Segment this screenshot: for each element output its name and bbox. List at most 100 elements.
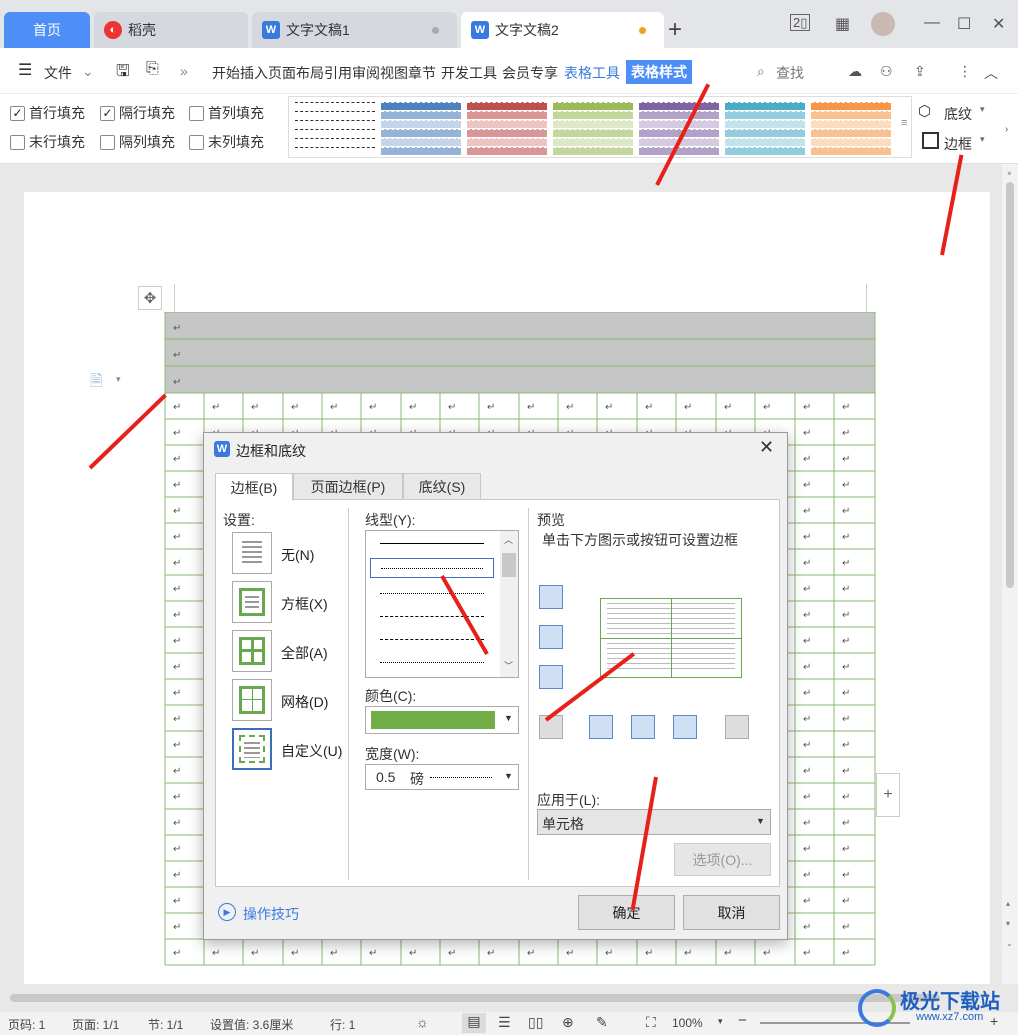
- maximize-icon[interactable]: ☐: [957, 14, 971, 34]
- first-col-fill-checkbox[interactable]: 首列填充: [189, 103, 264, 123]
- line-dotted2[interactable]: [380, 593, 484, 594]
- add-user-icon[interactable]: ⚇: [880, 63, 893, 80]
- line-dash-dot-dot[interactable]: [380, 662, 484, 663]
- last-row-fill-checkbox[interactable]: 末行填充: [10, 132, 85, 152]
- border-left-button[interactable]: [589, 715, 613, 739]
- chevron-down-icon[interactable]: ⌄: [82, 63, 94, 80]
- tab-page-border[interactable]: 页面边框(P): [293, 473, 403, 500]
- cancel-button[interactable]: 取消: [683, 895, 780, 930]
- scroll-down-icon[interactable]: ▾: [1006, 919, 1010, 928]
- chevron-down-icon[interactable]: ▾: [116, 374, 121, 385]
- diag-up-button[interactable]: [725, 715, 749, 739]
- last-col-fill-checkbox[interactable]: 末列填充: [189, 132, 264, 152]
- menu-table-style[interactable]: 表格样式: [626, 60, 692, 84]
- border-inner-v-button[interactable]: [631, 715, 655, 739]
- alt-row-fill-checkbox[interactable]: ✓ 隔行填充: [100, 103, 175, 123]
- menu-table-tools[interactable]: 表格工具: [564, 63, 620, 84]
- scrollbar-thumb[interactable]: [502, 553, 516, 577]
- menu-view[interactable]: 视图: [380, 63, 408, 84]
- page-view-icon[interactable]: ▤: [462, 1013, 486, 1033]
- status-setting[interactable]: 设置值: 3.6厘米: [210, 1016, 293, 1033]
- window-count-icon[interactable]: 2▯: [790, 14, 811, 31]
- vertical-scrollbar[interactable]: ⌅ ▴ ▾ ⌄: [1002, 164, 1018, 984]
- scroll-up-icon[interactable]: ︿: [504, 533, 513, 546]
- line-solid[interactable]: [380, 543, 484, 544]
- style-swatch[interactable]: [725, 102, 805, 155]
- scroll-up-icon[interactable]: ▴: [1006, 899, 1010, 908]
- chevron-down-icon[interactable]: ▾: [718, 1016, 723, 1027]
- menu-chapter[interactable]: 章节: [408, 63, 436, 84]
- scroll-top-icon[interactable]: ⌅: [1006, 168, 1013, 177]
- scroll-down-icon[interactable]: ﹀: [504, 659, 513, 672]
- menu-dev[interactable]: 开发工具: [441, 63, 497, 84]
- tab-close-dot[interactable]: [432, 27, 439, 34]
- chevron-down-icon[interactable]: ▾: [980, 104, 985, 115]
- setting-grid-button[interactable]: [232, 679, 272, 721]
- status-pages[interactable]: 页面: 1/1: [72, 1016, 119, 1033]
- file-menu[interactable]: 文件: [44, 63, 72, 83]
- border-bottom-button[interactable]: [539, 665, 563, 689]
- save-icon[interactable]: 🖫: [116, 60, 130, 87]
- color-select[interactable]: ▼: [365, 706, 519, 734]
- setting-all-button[interactable]: [232, 630, 272, 672]
- add-column-icon[interactable]: +: [876, 773, 900, 817]
- unsaved-dot[interactable]: [639, 27, 646, 34]
- dialog-close-icon[interactable]: ✕: [759, 437, 774, 458]
- horizontal-scrollbar[interactable]: [10, 994, 940, 1002]
- options-button[interactable]: 选项(O)...: [674, 843, 771, 876]
- border-button[interactable]: 边框: [944, 134, 972, 154]
- search-button[interactable]: 查找: [776, 63, 804, 83]
- menu-icon[interactable]: ☰: [18, 60, 32, 80]
- border-icon[interactable]: [922, 132, 939, 149]
- minimize-icon[interactable]: —: [924, 14, 940, 32]
- more-icon[interactable]: »: [180, 63, 188, 79]
- pen-icon[interactable]: ✎: [596, 1014, 608, 1031]
- collapse-icon[interactable]: ︿: [984, 63, 998, 83]
- menu-insert[interactable]: 插入: [240, 63, 268, 84]
- kebab-icon[interactable]: ⋮: [958, 63, 972, 80]
- setting-box-button[interactable]: [232, 581, 272, 623]
- zoom-value[interactable]: 100%: [672, 1016, 703, 1030]
- share-icon[interactable]: ⇪: [914, 63, 926, 80]
- move-table-icon[interactable]: ✥: [138, 286, 162, 310]
- doc-icon[interactable]: 🗎: [90, 370, 103, 397]
- first-row-fill-checkbox[interactable]: ✓ 首行填充: [10, 103, 85, 123]
- border-inner-h-button[interactable]: [539, 625, 563, 649]
- alt-col-fill-checkbox[interactable]: 隔列填充: [100, 132, 175, 152]
- style-swatch[interactable]: [811, 102, 891, 155]
- setting-custom-button[interactable]: [232, 728, 272, 770]
- chevron-down-icon[interactable]: ▾: [980, 134, 985, 145]
- menu-start[interactable]: 开始: [212, 63, 240, 84]
- play-icon[interactable]: ▶: [218, 903, 236, 921]
- tips-link[interactable]: 操作技巧: [243, 904, 299, 924]
- tab-doc1[interactable]: W 文字文稿1: [252, 12, 457, 48]
- status-row[interactable]: 行: 1: [330, 1016, 355, 1033]
- close-icon[interactable]: ✕: [992, 14, 1005, 34]
- status-section[interactable]: 节: 1/1: [148, 1016, 183, 1033]
- border-top-button[interactable]: [539, 585, 563, 609]
- menu-member[interactable]: 会员专享: [502, 63, 558, 84]
- fit-icon[interactable]: ⛶: [646, 1014, 656, 1031]
- export-icon[interactable]: ⎘: [146, 60, 159, 78]
- width-select[interactable]: 0.5 磅 ▼: [365, 764, 519, 790]
- web-view-icon[interactable]: ⊕: [562, 1014, 574, 1031]
- cloud-icon[interactable]: ☁: [848, 63, 862, 80]
- avatar[interactable]: [871, 12, 895, 36]
- ok-button[interactable]: 确定: [578, 895, 675, 930]
- menu-layout[interactable]: 页面布局: [268, 63, 324, 84]
- line-dash-dot[interactable]: [380, 639, 484, 640]
- tab-shading[interactable]: 底纹(S): [403, 473, 481, 500]
- menu-ref[interactable]: 引用: [324, 63, 352, 84]
- scrollbar-thumb[interactable]: [1006, 182, 1014, 588]
- tab-border[interactable]: 边框(B): [215, 473, 293, 501]
- read-view-icon[interactable]: ▯▯: [528, 1014, 543, 1031]
- menu-review[interactable]: 审阅: [352, 63, 380, 84]
- status-page-num[interactable]: 页码: 1: [8, 1016, 45, 1033]
- line-list-scrollbar[interactable]: ︿ ﹀: [500, 531, 518, 677]
- outline-view-icon[interactable]: ☰: [498, 1014, 511, 1031]
- tab-doc2[interactable]: W 文字文稿2: [461, 12, 664, 48]
- shading-button[interactable]: 底纹: [944, 104, 972, 124]
- ribbon-scroll-icon[interactable]: ›: [1005, 124, 1008, 135]
- shading-icon[interactable]: ⬡: [918, 102, 931, 120]
- border-right-button[interactable]: [673, 715, 697, 739]
